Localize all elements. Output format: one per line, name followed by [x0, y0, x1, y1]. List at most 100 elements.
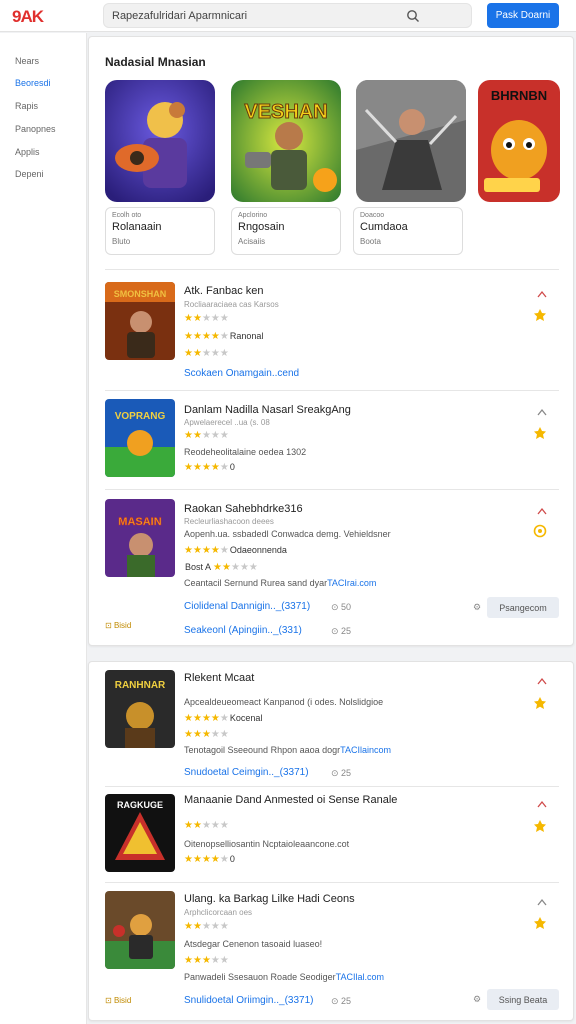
list-art-text: RAGKUGE	[117, 800, 163, 810]
list-item-title[interactable]: Ulang. ka Barkag Lilke Hadi Ceons	[184, 893, 355, 905]
chevron-up-icon[interactable]	[537, 408, 547, 416]
star-empty-icon: ★	[201, 313, 211, 324]
star-filled-icon: ★	[201, 854, 211, 865]
star-filled-icon: ★	[184, 921, 193, 932]
list-item-meta: Apwelaerecel ..ua (s. 08	[184, 418, 270, 427]
list-item-inline-link[interactable]: TACIrai.com	[327, 578, 376, 588]
list-item-link[interactable]: Snudoetal Ceimgin.._(3371)	[184, 767, 309, 778]
star-badge-icon[interactable]	[533, 696, 547, 710]
rating-label: Odaeonnenda	[229, 545, 287, 555]
list-item-link[interactable]: Ciolidenal Dannigin.._(3371)	[184, 601, 310, 612]
secondary-button[interactable]: Ssing Beata	[487, 989, 559, 1010]
list-item-image[interactable]: SMONSHAN	[105, 282, 175, 360]
rating-stars: ★★★★★Odaeonnenda	[184, 545, 287, 556]
star-empty-icon: ★	[219, 331, 229, 342]
star-empty-icon: ★	[219, 545, 229, 556]
badge-icon[interactable]	[533, 524, 547, 538]
tag-label-text: Bisid	[113, 996, 132, 1005]
sidebar-item-2[interactable]: Beoresdi	[15, 78, 51, 88]
star-badge-icon[interactable]	[533, 426, 547, 440]
settings-icon[interactable]: ⚙	[473, 602, 481, 613]
star-filled-icon: ★	[192, 545, 202, 556]
star-badge-icon[interactable]	[533, 308, 547, 322]
list-item-image[interactable]: RANHNAR	[105, 670, 175, 748]
list-item-link[interactable]: Scokaen Onamgain..cend	[184, 368, 299, 379]
star-filled-icon: ★	[184, 854, 193, 865]
star-empty-icon: ★	[201, 820, 211, 831]
list-item-title[interactable]: Raokan Sahebhdrke316	[184, 503, 303, 515]
star-badge-icon[interactable]	[533, 819, 547, 833]
sidebar-item-1[interactable]: Nears	[15, 56, 39, 66]
list-item-image[interactable]: MASAIN	[105, 499, 175, 577]
chevron-up-icon[interactable]	[537, 290, 547, 298]
sidebar-item-3[interactable]: Rapis	[15, 101, 38, 111]
settings-icon[interactable]: ⚙	[473, 994, 481, 1005]
star-empty-icon: ★	[210, 313, 220, 324]
featured-card-1[interactable]: Ecolh oto Rolanaain Bluto	[105, 207, 215, 255]
featured-app-image-2[interactable]: VESHAN	[231, 80, 341, 202]
list-item-image[interactable]	[105, 891, 175, 969]
list-item-text: Panwadeli Ssesauon Roade Seodiger	[184, 972, 336, 982]
featured-art-text: BHRNBN	[491, 88, 547, 103]
chevron-up-icon[interactable]	[537, 677, 547, 685]
divider	[105, 882, 559, 883]
list-item-image[interactable]: VOPRANG	[105, 399, 175, 477]
featured-card-3[interactable]: Doacoo Cumdaoa Boota	[353, 207, 463, 255]
featured-card-2[interactable]: Apclorino Rngosain Acisaiis	[231, 207, 341, 255]
search-icon[interactable]	[406, 9, 420, 23]
featured-app-image-1[interactable]	[105, 80, 215, 202]
divider	[105, 269, 559, 270]
rating-label: Ranonal	[229, 331, 264, 341]
star-filled-icon: ★	[184, 729, 193, 740]
list-item-title[interactable]: Rlekent Mcaat	[184, 672, 254, 684]
sidebar-item-5[interactable]: Applis	[15, 147, 40, 157]
star-filled-icon: ★	[184, 545, 193, 556]
featured-app-image-3[interactable]	[356, 80, 466, 202]
list-item-inline-link[interactable]: TACIlaincom	[340, 745, 391, 755]
star-filled-icon: ★	[210, 462, 220, 473]
top-bar: 9AK Rapezafulridari Aparmnicari Pask Doa…	[0, 0, 576, 32]
star-filled-icon: ★	[184, 820, 193, 831]
sidebar-item-6[interactable]: Depeni	[15, 169, 44, 179]
list-item-title[interactable]: Atk. Fanbac ken	[184, 285, 264, 297]
list-item-title[interactable]: Danlam Nadilla Nasarl SreakgAng	[184, 404, 351, 416]
comment-count: ⊙ 25	[331, 768, 352, 778]
list-item-title[interactable]: Manaanie Dand Anmested oi Sense Ranale	[184, 794, 397, 806]
comment-count: ⊙ 50	[331, 602, 352, 612]
sidebar-item-4[interactable]: Panopnes	[15, 124, 56, 134]
chevron-up-icon[interactable]	[537, 800, 547, 808]
primary-action-button[interactable]: Pask Doarni	[487, 3, 559, 28]
chevron-up-icon[interactable]	[537, 507, 547, 515]
search-bar[interactable]: Rapezafulridari Aparmnicari	[103, 3, 472, 28]
rating-stars: ★★★★★Kocenal	[184, 713, 262, 724]
list-panel: RANHNAR Rlekent Mcaat Apcealdeueomeact K…	[88, 661, 574, 1021]
star-filled-icon: ★	[184, 713, 193, 724]
star-badge-icon[interactable]	[533, 916, 547, 930]
featured-panel: Nadasial Mnasian VESHAN BHRNBN Ecolh oto…	[88, 36, 574, 646]
star-filled-icon: ★	[192, 729, 202, 740]
chevron-up-icon[interactable]	[537, 898, 547, 906]
section-title: Nadasial Mnasian	[105, 55, 206, 69]
list-item-inline-link[interactable]: TACIlal.com	[336, 972, 384, 982]
star-empty-icon: ★	[201, 348, 211, 359]
star-filled-icon: ★	[184, 462, 193, 473]
star-filled-icon: ★	[184, 331, 193, 342]
list-item-link[interactable]: Seakeonl (Apingiin.._(331)	[184, 625, 302, 636]
star-filled-icon: ★	[184, 430, 193, 441]
rating-stars: ★★★★★	[184, 820, 229, 831]
list-item-link[interactable]: Snulidoetal Oriimgin.._(3371)	[184, 995, 314, 1006]
star-filled-icon: ★	[192, 820, 202, 831]
list-item-image[interactable]: RAGKUGE	[105, 794, 175, 872]
star-empty-icon: ★	[219, 713, 229, 724]
app-logo[interactable]: 9AK	[12, 7, 44, 27]
star-filled-icon: ★	[192, 854, 202, 865]
list-art-text: SMONSHAN	[114, 289, 167, 299]
star-filled-icon: ★	[192, 713, 202, 724]
search-input[interactable]: Rapezafulridari Aparmnicari	[112, 10, 247, 22]
rating-label: 0	[229, 462, 235, 472]
star-filled-icon: ★	[192, 331, 202, 342]
featured-app-image-4[interactable]: BHRNBN	[478, 80, 560, 202]
secondary-button[interactable]: Psangecom	[487, 597, 559, 618]
featured-card-sub: Boota	[360, 237, 381, 246]
star-empty-icon: ★	[219, 955, 229, 966]
